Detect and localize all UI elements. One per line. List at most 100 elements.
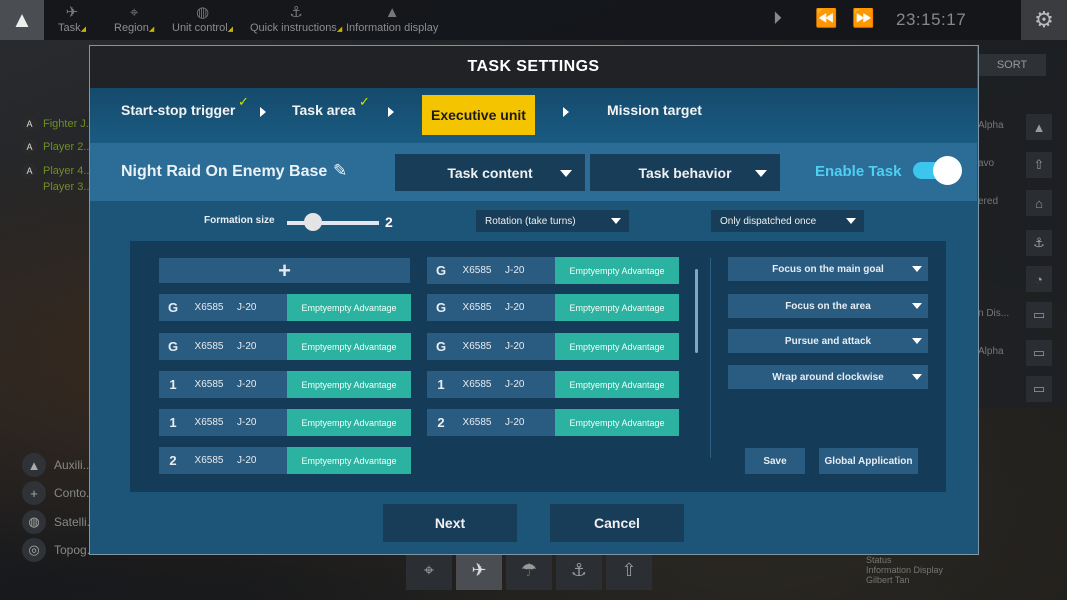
task-behavior-dropdown[interactable]: Task behavior — [590, 154, 780, 191]
right-list-item[interactable]: Alpha ▭ — [978, 340, 1067, 366]
unit-list-scrollbar[interactable] — [695, 269, 698, 353]
advantage-badge: Emptyempty Advantage — [555, 333, 679, 360]
unit-row[interactable]: G X6585 J-20 Emptyempty Advantage — [427, 294, 679, 321]
task-content-dropdown[interactable]: Task content — [395, 154, 585, 191]
advantage-badge: Emptyempty Advantage — [555, 294, 679, 321]
unit-row[interactable]: 2 X6585 J-20 Emptyempty Advantage — [159, 447, 411, 474]
right-list-item[interactable]: ered ⌂ — [978, 190, 1067, 216]
task-name: Night Raid On Enemy Base — [121, 163, 328, 180]
tool-satellite[interactable]: ◍ Satelli... — [22, 510, 97, 534]
check-icon: ✓ — [359, 94, 370, 109]
unit-row[interactable]: G X6585 J-20 Emptyempty Advantage — [159, 333, 411, 360]
aircraft-icon[interactable]: ✈ — [456, 550, 502, 590]
signal-icon: ◔ — [1026, 266, 1052, 292]
chevron-right-icon — [388, 107, 394, 117]
bottom-toolbar: ⌖ ✈ ☂ ⚓ ⇧ — [406, 550, 652, 590]
unit-row[interactable]: 1 X6585 J-20 Emptyempty Advantage — [159, 371, 411, 398]
top-toolbar: ▲ ✈ Task◢ ⌖ Region◢ ◍ Unit control◢ ⚓ Qu… — [0, 0, 1067, 40]
goal-dropdown-pursue[interactable]: Pursue and attack — [728, 329, 928, 353]
goal-dropdown-wrap[interactable]: Wrap around clockwise — [728, 365, 928, 389]
right-list-item[interactable]: Alpha ▲ — [978, 114, 1067, 140]
advantage-badge: Emptyempty Advantage — [287, 371, 411, 398]
unit-row[interactable]: G X6585 J-20 Emptyempty Advantage — [427, 257, 679, 284]
right-list-item[interactable]: n Dis... ▭ — [978, 302, 1067, 328]
goal-dropdown-main[interactable]: Focus on the main goal — [728, 257, 928, 281]
chevron-down-icon — [560, 170, 572, 177]
plus-icon: + — [22, 481, 46, 505]
player-badge: A — [22, 116, 37, 131]
up-arrow-icon: ▲ — [384, 4, 400, 21]
rotation-dropdown[interactable]: Rotation (take turns) — [476, 210, 629, 232]
rewind-icon[interactable]: ⏪ — [815, 8, 837, 29]
formation-slider-track[interactable] — [287, 221, 379, 225]
enable-task-label: Enable Task — [815, 163, 902, 180]
anchor-icon: ⚓ — [289, 4, 303, 21]
step-executive-unit[interactable]: Executive unit — [422, 95, 535, 135]
advantage-badge: Emptyempty Advantage — [555, 409, 679, 436]
toggle-knob — [933, 156, 962, 185]
tab-region[interactable]: ⌖ Region◢ — [114, 4, 154, 34]
player-item[interactable]: A Fighter J... — [22, 116, 95, 131]
aircraft-icon: ✈ — [65, 4, 79, 21]
calendar-icon: ▭ — [1026, 340, 1052, 366]
goal-dropdown-area[interactable]: Focus on the area — [728, 294, 928, 318]
tab-unit-control[interactable]: ◍ Unit control◢ — [172, 4, 233, 34]
fast-forward-icon[interactable]: ⏩ — [852, 8, 874, 29]
tool-contour[interactable]: + Conto... — [22, 481, 96, 505]
formation-row: Formation size 2 Rotation (take turns) O… — [90, 201, 977, 241]
dialog-title: TASK SETTINGS — [90, 46, 977, 88]
step-start-stop-trigger[interactable]: Start-stop trigger ✓ — [121, 94, 249, 118]
tool-auxiliary[interactable]: ▲ Auxili... — [22, 453, 93, 477]
tab-information-display[interactable]: ▲ Information display — [346, 4, 438, 34]
sort-button[interactable]: SORT — [978, 54, 1046, 76]
advantage-badge: Emptyempty Advantage — [555, 257, 679, 284]
formation-size-value: 2 — [385, 214, 393, 230]
unit-row[interactable]: G X6585 J-20 Emptyempty Advantage — [427, 333, 679, 360]
formation-slider-handle[interactable] — [304, 213, 322, 231]
player-item[interactable]: A Player 2... — [22, 139, 93, 154]
unit-row[interactable]: 1 X6585 J-20 Emptyempty Advantage — [427, 371, 679, 398]
parachute-icon: ⌂ — [1026, 190, 1052, 216]
unit-panel: + G X6585 J-20 Emptyempty Advantage G X6… — [130, 241, 946, 492]
unit-row[interactable]: 1 X6585 J-20 Emptyempty Advantage — [159, 409, 411, 436]
target-icon: ◎ — [22, 538, 46, 562]
triangle-icon: ▲ — [22, 453, 46, 477]
player-sub-item[interactable]: Player 3... — [43, 181, 93, 193]
globe-icon: ◍ — [22, 510, 46, 534]
globe-icon: ◍ — [195, 4, 210, 21]
cancel-button[interactable]: Cancel — [550, 504, 684, 542]
step-mission-target[interactable]: Mission target — [607, 102, 702, 118]
gear-icon[interactable]: ⚙ — [1021, 0, 1067, 40]
chevron-down-icon — [846, 218, 856, 224]
chevron-down-icon — [611, 218, 621, 224]
save-button[interactable]: Save — [745, 448, 805, 474]
chevron-down-icon — [912, 266, 922, 272]
right-list-item[interactable]: avo ⇧ — [978, 152, 1067, 178]
crosshair-icon[interactable]: ⌖ — [406, 550, 452, 590]
step-task-area[interactable]: Task area ✓ — [292, 94, 370, 118]
pencil-icon[interactable]: ✎ — [333, 161, 347, 181]
global-application-button[interactable]: Global Application — [819, 448, 918, 474]
triangle-icon: ▲ — [1026, 114, 1052, 140]
player-item[interactable]: A Player 4... — [22, 163, 93, 178]
chevron-down-icon — [755, 170, 767, 177]
task-settings-dialog: TASK SETTINGS Start-stop trigger ✓ Task … — [89, 45, 979, 555]
next-button[interactable]: Next — [383, 504, 517, 542]
dispatch-dropdown[interactable]: Only dispatched once — [711, 210, 864, 232]
unit-row[interactable]: 2 X6585 J-20 Emptyempty Advantage — [427, 409, 679, 436]
anchor-icon[interactable]: ⚓ — [556, 550, 602, 590]
calendar-icon: ▭ — [1026, 302, 1052, 328]
app-logo-icon[interactable]: ▲ — [0, 0, 44, 40]
tab-quick-instructions[interactable]: ⚓ Quick instructions◢ — [250, 4, 342, 34]
divider — [710, 258, 711, 458]
tab-task[interactable]: ✈ Task◢ — [58, 4, 86, 34]
add-unit-button[interactable]: + — [159, 258, 410, 283]
tool-topography[interactable]: ◎ Topog... — [22, 538, 97, 562]
up-arrow-icon[interactable]: ⇧ — [606, 550, 652, 590]
advantage-badge: Emptyempty Advantage — [287, 409, 411, 436]
play-icon[interactable]: ⏵ — [773, 8, 782, 29]
unit-row[interactable]: G X6585 J-20 Emptyempty Advantage — [159, 294, 411, 321]
parachute-icon[interactable]: ☂ — [506, 550, 552, 590]
crosshair-icon: ⌖ — [129, 4, 139, 21]
enable-task-toggle[interactable] — [913, 156, 962, 185]
